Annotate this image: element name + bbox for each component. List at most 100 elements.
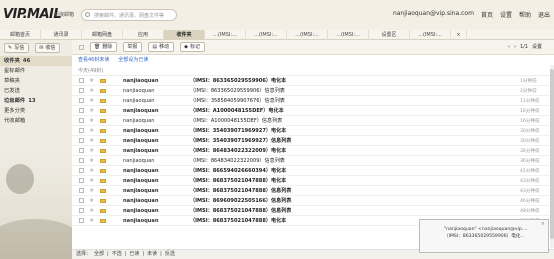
sidebar-folder[interactable]: 收件夹 46 — [0, 56, 72, 66]
sidebar-folder[interactable]: 更多分类 — [0, 106, 72, 116]
select-option[interactable]: 未读 — [147, 250, 157, 259]
row-checkbox[interactable] — [79, 158, 84, 163]
mail-row[interactable]: ★ nanjiaoquan （IMSI：868375021047888）信息列表 43… — [72, 186, 550, 196]
mail-row[interactable]: ★ nanjiaoquan （IMSI：358584059907676）信息列表 11… — [72, 96, 550, 106]
next-page-button[interactable]: › — [514, 44, 516, 50]
folder-label: 草稿夹 — [4, 78, 20, 84]
row-checkbox[interactable] — [79, 78, 84, 83]
select-all-checkbox[interactable] — [79, 44, 84, 50]
mail-sender: nanjiaoquan — [123, 77, 159, 84]
star-icon[interactable]: ★ — [89, 157, 97, 164]
star-icon[interactable]: ★ — [89, 207, 97, 214]
view-unread-link[interactable]: 查看46封未读 — [78, 55, 109, 65]
move-button[interactable]: ▤ 移动 — [148, 42, 175, 52]
tab-6[interactable]: ...(IMSI:... — [246, 30, 287, 40]
tab-1[interactable]: 通讯录 — [41, 30, 82, 40]
sidebar-folder[interactable]: 草稿夹 — [0, 76, 72, 86]
row-checkbox[interactable] — [79, 208, 84, 213]
folder-label: 已发送 — [4, 88, 20, 94]
row-checkbox[interactable] — [79, 128, 84, 133]
tab-9[interactable]: 设置区 — [369, 30, 410, 40]
select-option[interactable]: 反选 — [165, 250, 175, 259]
link-logout[interactable]: 退出 — [538, 10, 550, 19]
row-checkbox[interactable] — [79, 88, 84, 93]
select-option[interactable]: 已读 — [129, 250, 139, 259]
link-help[interactable]: 帮助 — [519, 10, 531, 19]
tab-7[interactable]: ...(IMSI:... — [287, 30, 328, 40]
compose-button[interactable]: ✎ 写信 — [4, 42, 30, 53]
mail-subject: （IMSI：868375021047888）信息列表 — [190, 208, 292, 214]
mail-row[interactable]: ★ nanjiaoquan （IMSI：864834022322009）电化本 36分… — [72, 146, 550, 156]
sidebar-folder[interactable]: 代收邮箱 — [0, 116, 72, 126]
tab-8[interactable]: ...(IMSI:... — [328, 30, 369, 40]
row-checkbox[interactable] — [79, 148, 84, 153]
search-input[interactable]: 搜索邮件、通讯录、网盘文件等 — [81, 9, 177, 21]
select-option[interactable]: 不选 — [112, 250, 122, 259]
sidebar-folder[interactable]: 星标邮件 — [0, 66, 72, 76]
delete-button[interactable]: 🗑 删除 — [90, 42, 118, 52]
star-icon[interactable]: ★ — [89, 187, 97, 194]
mail-row[interactable]: ★ nanjiaoquan （IMSI：863365029559906）信息列表 2分… — [72, 86, 550, 96]
star-icon[interactable]: ★ — [89, 137, 97, 144]
group-header: 今天(49封) — [72, 67, 554, 76]
row-checkbox[interactable] — [79, 188, 84, 193]
star-icon[interactable]: ★ — [89, 77, 97, 84]
mail-row[interactable]: ★ nanjiaoquan （IMSI：863365029559906）电化本 1分钟… — [72, 76, 550, 86]
report-button[interactable]: 举报 — [123, 42, 143, 52]
mail-row[interactable]: ★ nanjiaoquan （IMSI：869609022505166）信息列表 46… — [72, 196, 550, 206]
link-settings[interactable]: 设置 — [500, 10, 512, 19]
star-icon[interactable]: ★ — [89, 147, 97, 154]
tab-10[interactable]: ...(IMSI:... — [410, 30, 451, 40]
scrollbar[interactable] — [550, 65, 554, 248]
mark-button[interactable]: ◆ 标记 — [180, 42, 206, 52]
select-option[interactable]: 全部 — [94, 250, 104, 259]
mail-sender: nanjiaoquan — [123, 107, 159, 114]
sidebar-folder[interactable]: 已发送 — [0, 86, 72, 96]
search-icon — [85, 12, 90, 17]
new-mail-notification[interactable]: × "nanjiaoquan" <nanjiaoquan@vip.... （IM… — [419, 219, 549, 253]
tab-3[interactable]: 应用 — [123, 30, 164, 40]
tab-4[interactable]: 收件夹 — [164, 30, 205, 40]
scrollbar-thumb[interactable] — [550, 69, 554, 239]
filter-links: 查看46封未读 全部设为已读 — [72, 55, 554, 65]
mark-all-read-link[interactable]: 全部设为已读 — [118, 55, 148, 65]
star-icon[interactable]: ★ — [89, 117, 97, 124]
row-checkbox[interactable] — [79, 138, 84, 143]
row-checkbox[interactable] — [79, 178, 84, 183]
star-icon[interactable]: ★ — [89, 127, 97, 134]
tab-2[interactable]: 邮箱网盘 — [82, 30, 123, 40]
mail-row[interactable]: ★ nanjiaoquan （IMSI：868375021047888）信息列表 48… — [72, 206, 550, 216]
row-checkbox[interactable] — [79, 98, 84, 103]
mail-sender: nanjiaoquan — [123, 87, 155, 94]
receive-button[interactable]: ✉ 收信 — [35, 42, 61, 53]
row-checkbox[interactable] — [79, 198, 84, 203]
tab-5[interactable]: ...(IMSI:... — [205, 30, 246, 40]
mail-subject: （IMSI：863365029559906）信息列表 — [190, 88, 285, 94]
close-icon[interactable]: × — [541, 221, 545, 228]
tab-0[interactable]: 邮箱首页 — [0, 30, 41, 40]
row-checkbox[interactable] — [79, 108, 84, 113]
row-checkbox[interactable] — [79, 218, 84, 223]
mail-row[interactable]: ★ nanjiaoquan （IMSI：868375021047888）电化本 43分… — [72, 176, 550, 186]
star-icon[interactable]: ★ — [89, 87, 97, 94]
star-icon[interactable]: ★ — [89, 177, 97, 184]
star-icon[interactable]: ★ — [89, 97, 97, 104]
close-tabs-icon[interactable]: × — [451, 30, 467, 40]
user-email[interactable]: nanjiaoquan@vip.sina.com — [393, 10, 474, 19]
mail-row[interactable]: ★ nanjiaoquan （IMSI：354039071969927）电化本 30分… — [72, 126, 550, 136]
star-icon[interactable]: ★ — [89, 167, 97, 174]
mail-row[interactable]: ★ nanjiaoquan （IMSI：A1000048155DEF）电化本 16分钟… — [72, 106, 550, 116]
sidebar-folder[interactable]: 垃圾邮件 13 — [0, 96, 72, 106]
star-icon[interactable]: ★ — [89, 107, 97, 114]
mail-row[interactable]: ★ nanjiaoquan （IMSI：866594026660394）电化本 41分… — [72, 166, 550, 176]
mail-row[interactable]: ★ nanjiaoquan （IMSI：864834022322009）信息列表 36… — [72, 156, 550, 166]
row-checkbox[interactable] — [79, 118, 84, 123]
link-home[interactable]: 首页 — [481, 10, 493, 19]
row-checkbox[interactable] — [79, 168, 84, 173]
star-icon[interactable]: ★ — [89, 217, 97, 224]
mail-row[interactable]: ★ nanjiaoquan （IMSI：354039071969927）信息列表 30… — [72, 136, 550, 146]
star-icon[interactable]: ★ — [89, 197, 97, 204]
mail-row[interactable]: ★ nanjiaoquan （IMSI：A1000048155DEF）信息列表 16分… — [72, 116, 550, 126]
prev-page-button[interactable]: ‹ — [508, 44, 510, 50]
list-settings-button[interactable]: 设置 — [532, 43, 542, 50]
